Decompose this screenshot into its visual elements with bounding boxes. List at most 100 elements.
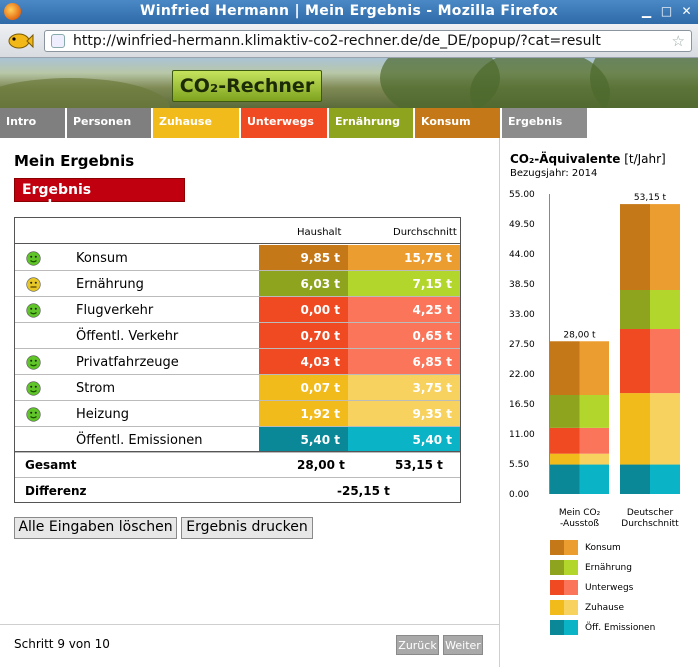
x-category-label: -Ausstoß — [560, 519, 599, 529]
result-panel: Mein Ergebnis Ergebnis verbessern Hausha… — [0, 138, 500, 667]
tab-intro[interactable]: Intro — [0, 108, 65, 138]
row-household-value: 9,85 t — [259, 245, 348, 270]
happy-smiley-icon — [26, 381, 41, 396]
bar-segment — [579, 395, 609, 428]
step-indicator: Schritt 9 von 10 — [14, 637, 110, 651]
bar-segment — [650, 464, 680, 494]
close-icon[interactable]: ✕ — [680, 5, 693, 18]
row-household-value: 1,92 t — [259, 401, 348, 426]
bar-segment — [550, 453, 580, 465]
window-title: Winfried Hermann | Mein Ergebnis - Mozil… — [140, 3, 558, 19]
table-row: Privatfahrzeuge 4,03 t 6,85 t — [15, 349, 460, 375]
row-average-value: 7,15 t — [348, 271, 460, 296]
fish-icon — [8, 33, 34, 49]
bar-segment — [650, 329, 680, 394]
x-category-label: Durchschnitt — [621, 519, 679, 529]
legend-swatch — [564, 620, 578, 635]
row-category: Privatfahrzeuge — [76, 355, 179, 370]
happy-smiley-icon — [26, 303, 41, 318]
site-identity-icon[interactable] — [51, 34, 65, 48]
row-category: Konsum — [76, 251, 128, 266]
y-tick-label: 27.50 — [509, 340, 535, 350]
tab-ernaehrung[interactable]: Ernährung — [329, 108, 413, 138]
navigation-toolbar: http://winfried-hermann.klimaktiv-co2-re… — [0, 24, 698, 58]
legend-swatch — [550, 620, 564, 635]
address-bar[interactable]: http://winfried-hermann.klimaktiv-co2-re… — [44, 30, 692, 52]
y-tick-label: 0.00 — [509, 490, 529, 500]
row-average-value: 4,25 t — [348, 297, 460, 322]
minimize-icon[interactable]: ▁ — [640, 5, 653, 18]
x-category-label: Mein CO₂ — [559, 508, 601, 518]
footer: Schritt 9 von 10 Zurück Weiter — [0, 624, 500, 667]
row-average-value: 6,85 t — [348, 349, 460, 374]
tab-unterwegs[interactable]: Unterwegs — [241, 108, 327, 138]
legend-swatch — [564, 560, 578, 575]
row-household-value: 0,70 t — [259, 323, 348, 348]
bar-segment — [550, 341, 580, 395]
neutral-smiley-icon — [26, 277, 41, 292]
legend-label: Öff. Emissionen — [585, 623, 656, 633]
next-button[interactable]: Weiter — [443, 635, 483, 655]
table-row: Konsum 9,85 t 15,75 t — [15, 245, 460, 271]
bar-segment — [550, 427, 580, 454]
bar-segment — [579, 427, 609, 454]
legend-swatch — [564, 580, 578, 595]
row-household-value: 5,40 t — [259, 427, 348, 452]
x-category-label: Deutscher — [627, 508, 674, 518]
row-average-value: 3,75 t — [348, 375, 460, 400]
bar-segment — [650, 204, 680, 290]
tab-konsum[interactable]: Konsum — [415, 108, 500, 138]
bar-segment — [579, 453, 609, 465]
row-household-value: 0,07 t — [259, 375, 348, 400]
tab-ergebnis[interactable]: Ergebnis — [502, 108, 587, 138]
reference-year: Bezugsjahr: 2014 — [510, 168, 598, 179]
bar-total-label: 28,00 t — [563, 330, 596, 340]
bar-segment — [550, 464, 580, 494]
clear-inputs-button[interactable]: Alle Eingaben löschen — [14, 517, 177, 539]
bar-segment — [620, 290, 650, 329]
improve-result-button[interactable]: Ergebnis verbessern — [14, 178, 185, 214]
total-household: 28,00 t — [297, 458, 345, 472]
bookmark-star-icon[interactable]: ☆ — [672, 32, 685, 50]
legend-swatch — [550, 540, 564, 555]
back-button[interactable]: Zurück — [396, 635, 439, 655]
bar-segment — [650, 290, 680, 329]
row-household-value: 4,03 t — [259, 349, 348, 374]
window-titlebar: Winfried Hermann | Mein Ergebnis - Mozil… — [0, 0, 698, 24]
row-household-value: 6,03 t — [259, 271, 348, 296]
table-row: Flugverkehr 0,00 t 4,25 t — [15, 297, 460, 323]
bar-segment — [620, 464, 650, 494]
chart-panel: CO₂-Äquivalente [t/Jahr] Bezugsjahr: 201… — [501, 138, 698, 667]
row-average-value: 0,65 t — [348, 323, 460, 348]
bar-segment — [579, 341, 609, 395]
address-url[interactable]: http://winfried-hermann.klimaktiv-co2-re… — [73, 33, 601, 49]
y-tick-label: 16.50 — [509, 400, 535, 410]
bar-segment — [579, 464, 609, 494]
page-title: Mein Ergebnis — [14, 152, 135, 170]
row-household-value: 0,00 t — [259, 297, 348, 322]
legend-label: Unterwegs — [585, 583, 634, 593]
tab-personen[interactable]: Personen — [67, 108, 151, 138]
row-average-value: 5,40 t — [348, 427, 460, 452]
maximize-icon[interactable]: □ — [660, 5, 673, 18]
bar-segment — [620, 393, 650, 465]
y-tick-label: 38.50 — [509, 280, 535, 290]
co2-stacked-bar-chart: 0.00 5.50 11.00 16.50 22.00 27.50 33.00 38.50 44… — [509, 190, 680, 529]
col-household-header: Haushalt — [297, 227, 342, 238]
chart-title: CO₂-Äquivalente [t/Jahr] — [510, 152, 666, 166]
print-result-button[interactable]: Ergebnis drucken — [181, 517, 313, 539]
tab-zuhause[interactable]: Zuhause — [153, 108, 239, 138]
row-category: Flugverkehr — [76, 303, 154, 318]
col-average-header: Durchschnitt — [393, 227, 457, 238]
result-table: Haushalt Durchschnitt Konsum 9,85 t 15,75 … — [14, 217, 461, 503]
row-category: Öffentl. Emissionen — [76, 433, 203, 448]
row-average-value: 15,75 t — [348, 245, 460, 270]
legend-label: Konsum — [585, 543, 621, 553]
legend-swatch — [564, 600, 578, 615]
y-tick-label: 11.00 — [509, 430, 535, 440]
header-banner: CO₂-Rechner — [0, 58, 698, 108]
happy-smiley-icon — [26, 407, 41, 422]
total-row: Gesamt 28,00 t 53,15 t — [15, 451, 460, 477]
bar-segment — [650, 393, 680, 465]
bar-total-label: 53,15 t — [634, 193, 667, 203]
